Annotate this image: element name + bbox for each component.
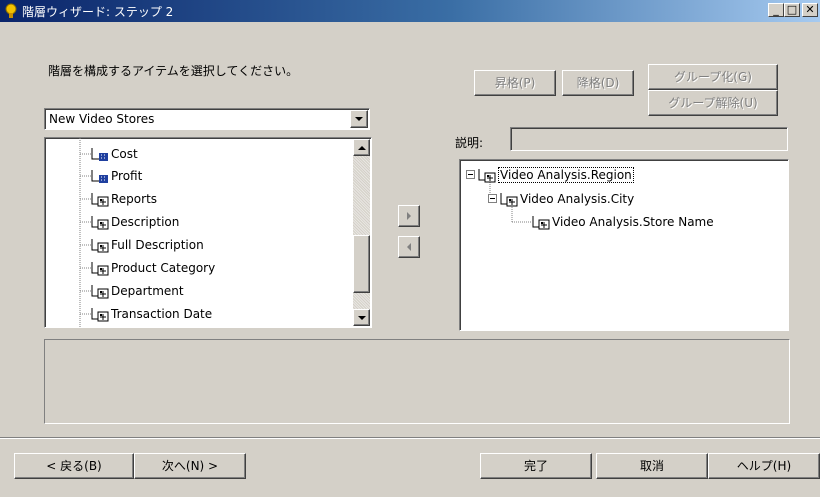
scroll-down-button[interactable]: [353, 309, 370, 326]
dimension-icon: [91, 239, 109, 253]
measure-icon: [91, 148, 108, 161]
combo-dropdown-button[interactable]: [350, 110, 368, 128]
collapse-icon[interactable]: [466, 170, 475, 179]
hierarchy-wizard-window: 階層ウィザード: ステップ 2 _ □ ✕ 階層を構成するアイテムを選択してくだ…: [0, 0, 820, 497]
source-combo-value: New Video Stores: [49, 112, 155, 126]
dimension-icon: [91, 216, 109, 230]
source-combo[interactable]: New Video Stores: [44, 108, 370, 130]
remove-from-hierarchy-button[interactable]: [398, 236, 420, 258]
dimension-icon: [91, 285, 109, 299]
dimension-icon: [91, 308, 109, 322]
demote-button[interactable]: 降格(D): [562, 70, 634, 96]
title-bar[interactable]: 階層ウィザード: ステップ 2 _ □ ✕: [0, 0, 820, 22]
minimize-button[interactable]: _: [768, 3, 784, 17]
arrow-left-icon: [407, 243, 411, 251]
dimension-icon: [500, 193, 518, 207]
next-button[interactable]: 次へ(N) >: [134, 453, 246, 479]
window-title: 階層ウィザード: ステップ 2: [22, 5, 174, 19]
info-panel: [44, 339, 790, 424]
dimension-icon: [91, 262, 109, 276]
chevron-down-icon: [355, 117, 363, 121]
dimension-icon: [532, 216, 550, 230]
instruction-text: 階層を構成するアイテムを選択してください。: [48, 64, 299, 78]
cancel-button[interactable]: 取消: [596, 453, 708, 479]
vertical-scrollbar[interactable]: [353, 139, 370, 326]
scroll-up-button[interactable]: [353, 139, 370, 156]
ungroup-button[interactable]: グループ解除(U): [648, 90, 778, 116]
separator: [0, 437, 820, 439]
source-tree[interactable]: Cost Profit Reports Description Full Des…: [44, 137, 372, 328]
group-button[interactable]: グループ化(G): [648, 64, 778, 90]
measure-icon: [91, 170, 108, 183]
collapse-icon[interactable]: [488, 194, 497, 203]
arrow-right-icon: [407, 212, 411, 220]
back-button[interactable]: < 戻る(B): [14, 453, 134, 479]
hierarchy-tree[interactable]: Video Analysis.Region Video Analysis.Cit…: [459, 159, 789, 331]
maximize-button[interactable]: □: [784, 3, 800, 17]
scroll-thumb[interactable]: [353, 235, 370, 293]
chevron-up-icon: [358, 146, 366, 150]
finish-button[interactable]: 完了: [480, 453, 592, 479]
add-to-hierarchy-button[interactable]: [398, 205, 420, 227]
dimension-icon: [478, 169, 496, 183]
close-button[interactable]: ✕: [802, 3, 818, 17]
wizard-icon: [5, 3, 17, 18]
description-label: 説明:: [455, 136, 484, 150]
chevron-down-icon: [358, 316, 366, 320]
help-button[interactable]: ヘルプ(H): [708, 453, 820, 479]
promote-button[interactable]: 昇格(P): [474, 70, 556, 96]
description-field[interactable]: [510, 127, 788, 151]
dimension-icon: [91, 193, 109, 207]
